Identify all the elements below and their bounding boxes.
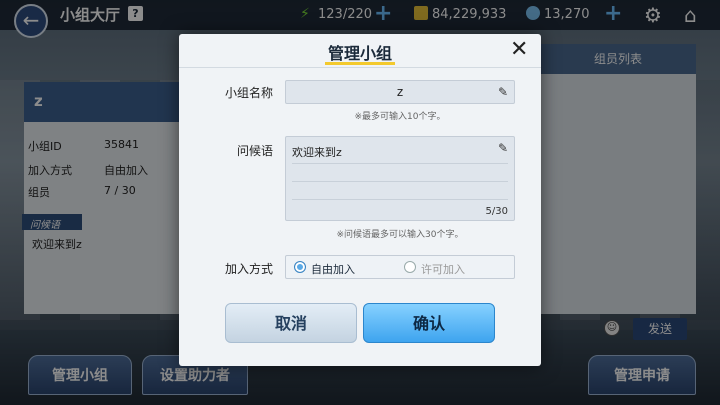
cancel-button[interactable]: 取消 <box>225 303 357 343</box>
name-label: 小组名称 <box>225 86 274 100</box>
radio-approval-join[interactable] <box>404 261 416 273</box>
approval-join-label[interactable]: 许可加入 <box>421 261 465 277</box>
edit-icon: ✎ <box>498 85 509 99</box>
dialog-title: 管理小组 <box>327 44 392 63</box>
name-note: ※最多可输入10个字。 <box>354 112 446 122</box>
join-method-label: 加入方式 <box>225 262 274 276</box>
greeting-textarea[interactable]: 欢迎来到z ✎ 5/30 <box>285 136 515 221</box>
manage-group-dialog: 管理小组 ✕ 小组名称 z ✎ ※最多可输入10个字。 问候语 欢迎来到z ✎ … <box>179 34 541 366</box>
edit-icon: ✎ <box>498 141 509 155</box>
textarea-line <box>292 163 508 164</box>
radio-free-join[interactable] <box>294 261 306 273</box>
title-divider <box>179 67 541 68</box>
group-name-field[interactable]: z ✎ <box>285 80 515 104</box>
greeting-char-count: 5/30 <box>485 206 508 217</box>
greeting-label: 问候语 <box>237 144 274 158</box>
title-underline <box>325 62 395 65</box>
confirm-button[interactable]: 确认 <box>363 303 495 343</box>
free-join-label[interactable]: 自由加入 <box>311 261 355 277</box>
group-name-value: z <box>396 85 404 99</box>
textarea-line <box>292 199 508 200</box>
join-method-options: 自由加入 许可加入 <box>285 255 515 279</box>
close-icon[interactable]: ✕ <box>510 38 528 62</box>
textarea-line <box>292 181 508 182</box>
greeting-value: 欢迎来到z <box>292 146 342 159</box>
greeting-note: ※问候语最多可以输入30个字。 <box>336 230 464 240</box>
